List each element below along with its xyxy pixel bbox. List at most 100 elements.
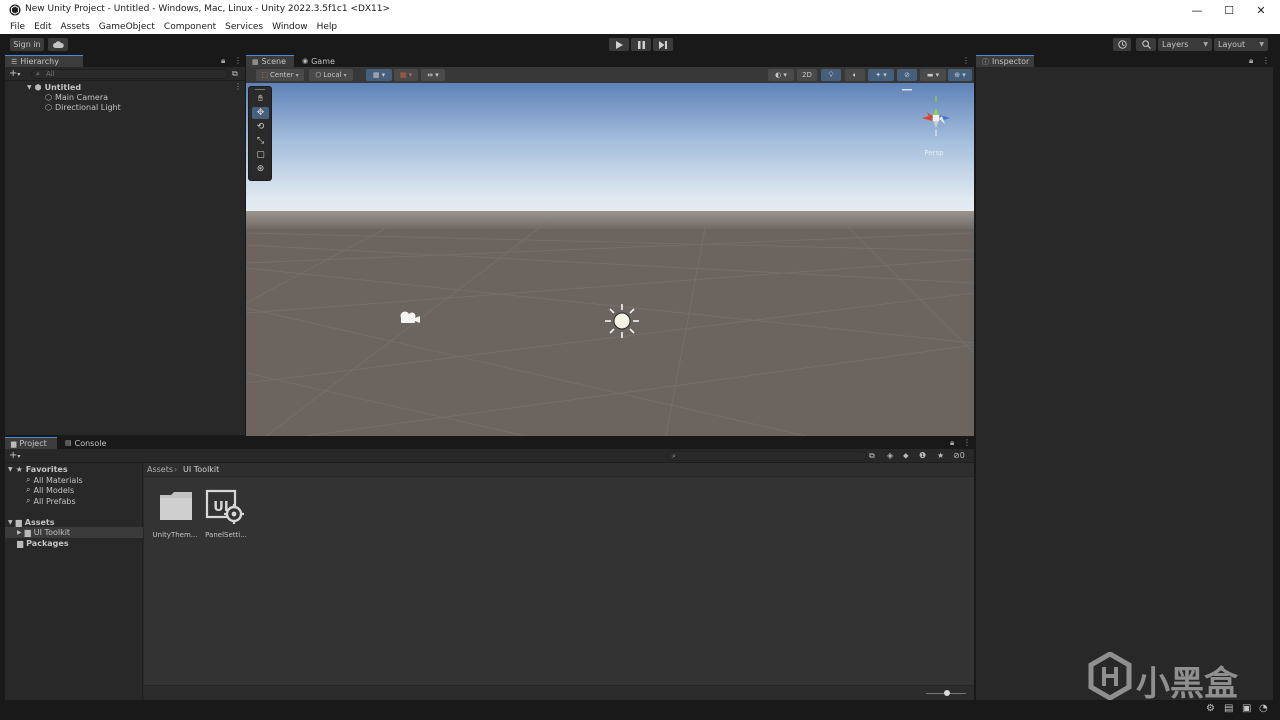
- tab-scene[interactable]: ▦ Scene: [246, 55, 294, 67]
- cloud-button[interactable]: [48, 38, 68, 51]
- scene-root-row[interactable]: ▼ ⬢ Untitled: [27, 82, 81, 92]
- move-tool-button[interactable]: ✥: [252, 107, 269, 119]
- assets-folder-label: Assets: [24, 517, 55, 527]
- play-button[interactable]: [609, 38, 629, 51]
- rotate-tool-button[interactable]: ⟲: [252, 121, 269, 133]
- more-options-icon[interactable]: ⋮: [1262, 56, 1270, 65]
- tab-console[interactable]: ▤ Console: [59, 437, 111, 449]
- add-icon[interactable]: +▾: [9, 450, 20, 461]
- auto-generate-lighting-icon[interactable]: ◔: [1259, 703, 1268, 714]
- menu-file[interactable]: File: [10, 22, 25, 32]
- favorite-item[interactable]: ⌕ All Models: [26, 485, 74, 495]
- tab-console-label: Console: [74, 438, 107, 448]
- tab-project[interactable]: ▆ Project: [5, 437, 57, 449]
- menu-component[interactable]: Component: [164, 22, 216, 32]
- 2d-label: 2D: [802, 71, 812, 79]
- asset-browser-footer: [144, 685, 974, 700]
- lock-icon[interactable]: 🔒︎: [221, 56, 225, 66]
- more-options-icon[interactable]: ⋮: [963, 438, 971, 447]
- lock-icon[interactable]: 🔒︎: [1249, 56, 1253, 66]
- importance-icon[interactable]: ❶: [919, 451, 926, 460]
- minimize-button[interactable]: —: [1180, 0, 1214, 20]
- watermark: 小黑盒: [1088, 650, 1248, 704]
- rect-icon: ▢: [256, 150, 265, 160]
- shading-mode-button[interactable]: ◐ ▾: [768, 69, 794, 81]
- zoom-slider-handle[interactable]: [944, 690, 950, 696]
- project-search-input[interactable]: ⌕: [667, 451, 867, 461]
- packages-folder-row[interactable]: ▆ Packages: [17, 538, 69, 548]
- effects-button[interactable]: ✦ ▾: [868, 69, 894, 81]
- breadcrumb-assets[interactable]: Assets: [147, 465, 173, 474]
- lock-icon[interactable]: 🔒︎: [950, 438, 954, 448]
- undo-history-button[interactable]: [1113, 38, 1131, 51]
- pivot-dropdown[interactable]: ⬚ Center ▾: [256, 69, 304, 81]
- search-button[interactable]: [1136, 38, 1156, 51]
- transform-tool-button[interactable]: ⊛: [252, 163, 269, 175]
- hand-tool-button[interactable]: ✋︎: [252, 93, 269, 105]
- hierarchy-toolbar: +▾ ⌕ All ⧉: [5, 67, 245, 81]
- menu-edit[interactable]: Edit: [34, 22, 51, 32]
- add-icon[interactable]: +▾: [9, 68, 20, 79]
- assets-folder-row[interactable]: ▼ ▆ Assets: [8, 517, 55, 527]
- favorite-item[interactable]: ⌕ All Materials: [26, 475, 83, 485]
- space-dropdown[interactable]: ⬡ Local ▾: [309, 69, 353, 81]
- increment-snap-button[interactable]: ⇹ ▾: [421, 69, 445, 81]
- audio-toggle-button[interactable]: 🔈︎: [845, 69, 865, 81]
- tab-hierarchy[interactable]: ☰ Hierarchy: [5, 55, 83, 67]
- maximize-button[interactable]: ☐: [1212, 0, 1246, 20]
- chevron-down-icon: ▼: [8, 465, 13, 473]
- hierarchy-item[interactable]: ⬡ Main Camera: [45, 92, 108, 102]
- background-tasks-icon[interactable]: ▣: [1242, 703, 1251, 714]
- scale-tool-button[interactable]: ⤡: [252, 135, 269, 147]
- gizmos-globe-icon: ⊕ ▾: [954, 71, 966, 79]
- folder-icon: ▆: [11, 439, 17, 448]
- layers-dropdown[interactable]: Layers ▼: [1158, 38, 1212, 51]
- layout-dropdown[interactable]: Layout ▼: [1214, 38, 1268, 51]
- move-icon: ✥: [256, 108, 265, 118]
- pause-button[interactable]: [631, 38, 651, 51]
- selected-folder-row[interactable]: ▶ ▆ UI Toolkit: [5, 527, 143, 538]
- menu-assets[interactable]: Assets: [61, 22, 90, 32]
- favorite-item-label: All Materials: [33, 475, 83, 485]
- label-tag-icon[interactable]: ⬥: [903, 451, 909, 461]
- lighting-toggle-button[interactable]: 💡︎: [821, 69, 841, 81]
- grid-snapping-button[interactable]: ▦ ▾: [394, 69, 418, 81]
- scene-grid-icon: ▦: [252, 57, 259, 66]
- hierarchy-search-input[interactable]: ⌕ All: [31, 69, 229, 79]
- project-tab-strip: ▆ Project ▤ Console 🔒︎ ⋮: [5, 437, 974, 449]
- rect-tool-button[interactable]: ▢: [252, 149, 269, 161]
- gizmos-button[interactable]: ⊕ ▾: [948, 69, 972, 81]
- asset-tile[interactable]: UI PanelSetti...: [201, 489, 251, 544]
- more-options-icon[interactable]: ⋮: [234, 56, 242, 65]
- menu-help[interactable]: Help: [317, 22, 338, 32]
- scene-visibility-button[interactable]: ⊘: [897, 69, 917, 81]
- tab-game[interactable]: ◉ Game: [296, 55, 340, 67]
- grid-visibility-button[interactable]: ▦ ▾: [366, 69, 392, 81]
- asset-tile[interactable]: UnityThem...: [150, 489, 200, 544]
- space-label: Local: [323, 71, 342, 79]
- favorite-item[interactable]: ⌕ All Prefabs: [26, 496, 76, 506]
- hidden-packages-toggle[interactable]: ⊘0: [953, 451, 965, 460]
- filter-icon[interactable]: ◈: [887, 451, 893, 460]
- close-button[interactable]: ✕: [1244, 0, 1278, 20]
- camera-settings-button[interactable]: ▬ ▾: [920, 69, 946, 81]
- chevron-down-icon: ▼: [27, 83, 32, 91]
- favorites-row[interactable]: ▼ ★ Favorites: [8, 464, 68, 474]
- scene-search-icon[interactable]: ⧉: [232, 69, 238, 79]
- scene-more-icon[interactable]: ⋮: [234, 82, 242, 91]
- 2d-toggle-button[interactable]: 2D: [797, 69, 817, 81]
- step-button[interactable]: [653, 38, 673, 51]
- hierarchy-item[interactable]: ⬡ Directional Light: [45, 102, 121, 112]
- menu-window[interactable]: Window: [272, 22, 308, 32]
- menu-services[interactable]: Services: [225, 22, 263, 32]
- favorite-star-icon[interactable]: ★: [937, 451, 944, 460]
- ui-toolkit-folder-row[interactable]: ▶ ▆ UI Toolkit: [17, 527, 70, 537]
- menu-gameobject[interactable]: GameObject: [99, 22, 155, 32]
- sign-in-button[interactable]: Sign in: [10, 38, 44, 51]
- rotate-icon: ⟲: [256, 122, 265, 132]
- tab-inspector[interactable]: ⓘ Inspector: [976, 55, 1034, 67]
- search-by-type-icon[interactable]: ⧉: [869, 451, 875, 461]
- scene-viewport[interactable]: Persp ✋︎ ✥ ⟲ ⤡ ▢ ⊛: [246, 83, 974, 436]
- more-options-icon[interactable]: ⋮: [962, 56, 970, 65]
- breadcrumb-ui-toolkit[interactable]: UI Toolkit: [183, 465, 219, 474]
